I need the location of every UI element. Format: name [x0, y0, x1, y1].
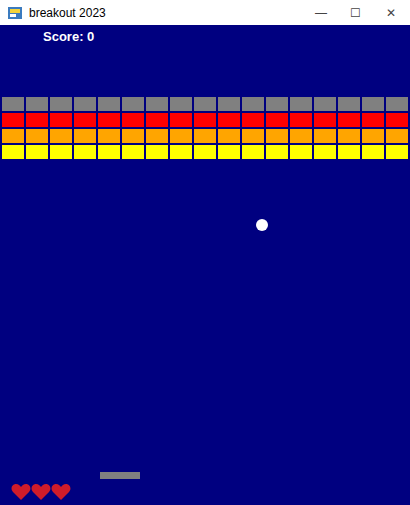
brick	[266, 145, 288, 159]
brick	[338, 129, 360, 143]
brick	[2, 145, 24, 159]
brick	[146, 129, 168, 143]
app-icon	[7, 5, 23, 21]
brick	[122, 145, 144, 159]
brick	[290, 97, 312, 111]
brick	[218, 145, 240, 159]
brick-row	[2, 129, 408, 143]
game-window: breakout 2023 —☐✕ Score: 0	[0, 0, 410, 505]
brick	[386, 113, 408, 127]
brick	[170, 113, 192, 127]
brick	[122, 97, 144, 111]
brick	[170, 129, 192, 143]
brick	[290, 145, 312, 159]
brick	[146, 113, 168, 127]
brick	[74, 113, 96, 127]
brick	[2, 113, 24, 127]
window-control-button[interactable]: —	[304, 0, 338, 25]
brick	[362, 129, 384, 143]
brick	[194, 129, 216, 143]
brick	[170, 145, 192, 159]
brick	[362, 113, 384, 127]
brick	[266, 113, 288, 127]
brick	[386, 129, 408, 143]
brick	[338, 97, 360, 111]
brick	[386, 97, 408, 111]
brick	[26, 97, 48, 111]
brick	[266, 97, 288, 111]
brick	[242, 145, 264, 159]
score-label: Score: 0	[0, 28, 410, 46]
brick-row	[2, 97, 408, 111]
heart-icon	[31, 483, 51, 501]
heart-icon	[51, 483, 71, 501]
brick	[314, 129, 336, 143]
brick	[122, 113, 144, 127]
brick	[386, 145, 408, 159]
ball	[256, 219, 268, 231]
brick-wall	[0, 97, 410, 159]
brick	[314, 145, 336, 159]
window-control-button[interactable]: ✕	[372, 0, 410, 25]
brick	[146, 145, 168, 159]
brick	[98, 97, 120, 111]
brick	[98, 145, 120, 159]
brick	[218, 113, 240, 127]
brick	[50, 129, 72, 143]
brick	[290, 129, 312, 143]
brick	[242, 129, 264, 143]
brick	[194, 145, 216, 159]
brick	[338, 145, 360, 159]
heart-icon	[11, 483, 31, 501]
brick	[26, 129, 48, 143]
brick	[314, 113, 336, 127]
brick	[242, 113, 264, 127]
brick	[50, 145, 72, 159]
brick	[314, 97, 336, 111]
window-control-button[interactable]: ☐	[338, 0, 372, 25]
brick	[362, 97, 384, 111]
brick-row	[2, 113, 408, 127]
brick	[26, 113, 48, 127]
brick	[98, 113, 120, 127]
brick	[362, 145, 384, 159]
brick	[338, 113, 360, 127]
brick	[74, 129, 96, 143]
brick	[194, 97, 216, 111]
brick	[50, 97, 72, 111]
paddle[interactable]	[100, 472, 140, 479]
brick	[266, 129, 288, 143]
game-area[interactable]: Score: 0	[0, 25, 410, 505]
brick	[170, 97, 192, 111]
brick	[290, 113, 312, 127]
brick	[146, 97, 168, 111]
brick	[98, 129, 120, 143]
brick	[50, 113, 72, 127]
brick	[26, 145, 48, 159]
brick	[242, 97, 264, 111]
window-title: breakout 2023	[29, 6, 106, 20]
brick	[218, 129, 240, 143]
brick	[74, 145, 96, 159]
brick	[218, 97, 240, 111]
brick	[2, 97, 24, 111]
brick	[122, 129, 144, 143]
lives	[11, 483, 71, 501]
window-controls: —☐✕	[304, 0, 410, 25]
brick-row	[2, 145, 408, 159]
brick	[74, 97, 96, 111]
brick	[2, 129, 24, 143]
title-bar: breakout 2023 —☐✕	[0, 0, 410, 25]
brick	[194, 113, 216, 127]
